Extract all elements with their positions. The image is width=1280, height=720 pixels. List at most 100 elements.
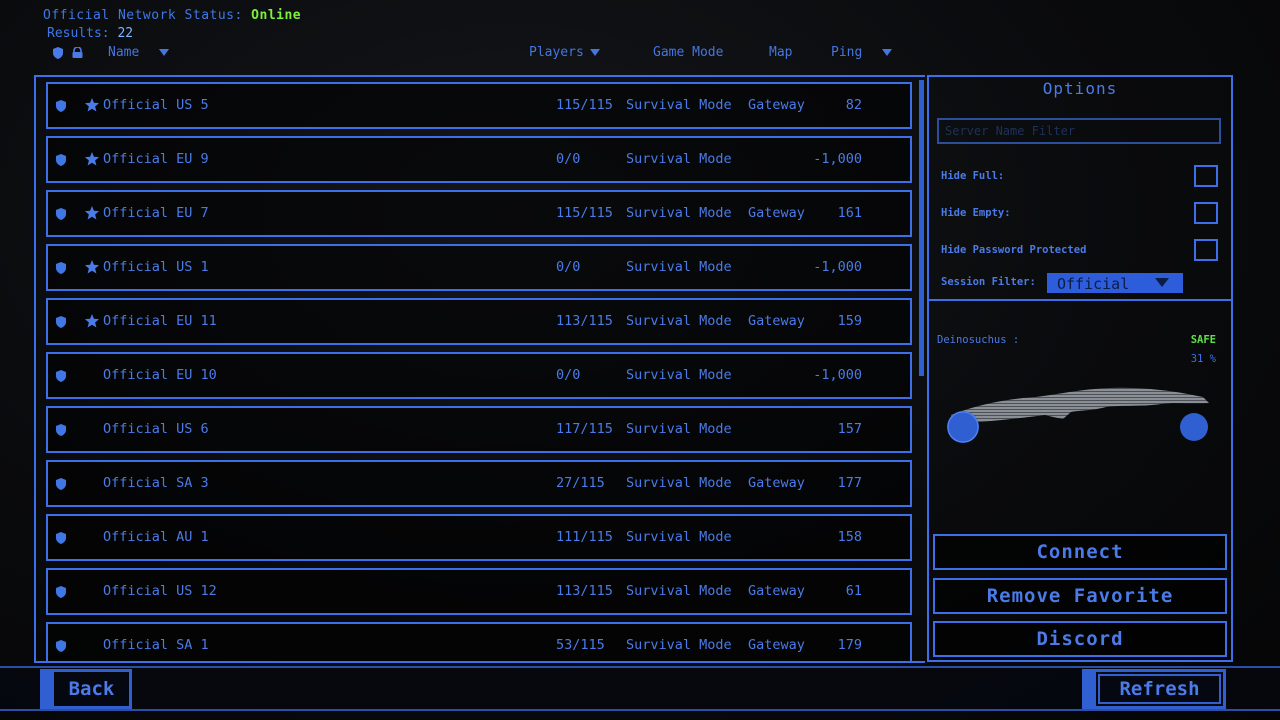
lock-header-icon[interactable] — [72, 47, 83, 58]
shield-icon — [56, 370, 66, 382]
dino-percent: 31 % — [1190, 353, 1216, 365]
server-row[interactable]: Official AU 1 111/115 Survival Mode 158 — [46, 514, 912, 561]
results-number: 22 — [117, 26, 134, 41]
server-name: Official EU 10 — [103, 367, 217, 383]
options-title: Options — [1042, 79, 1118, 98]
server-row[interactable]: Official US 6 117/115 Survival Mode 157 — [46, 406, 912, 453]
server-name: Official EU 7 — [103, 205, 209, 221]
shield-icon — [56, 154, 66, 166]
shield-icon — [56, 316, 66, 328]
server-ping: 61 — [845, 583, 862, 599]
server-name: Official EU 11 — [103, 313, 217, 329]
shield-icon — [56, 208, 66, 220]
server-row[interactable]: Official US 1 0/0 Survival Mode -1,000 — [46, 244, 912, 291]
dropdown-arrow-icon — [1155, 278, 1169, 287]
server-ping: 157 — [837, 421, 862, 437]
server-ping: 177 — [837, 475, 862, 491]
server-players: 27/115 — [556, 475, 605, 491]
shield-icon — [56, 478, 66, 490]
shield-icon — [56, 532, 66, 544]
sort-arrow-down-icon — [159, 49, 170, 56]
dino-status: SAFE — [1190, 334, 1216, 346]
favorite-star-icon[interactable] — [84, 151, 100, 167]
server-game-mode: Survival Mode — [626, 583, 732, 599]
server-name: Official US 12 — [103, 583, 217, 599]
server-ping: 159 — [837, 313, 862, 329]
server-players: 0/0 — [556, 259, 581, 275]
results-label: Results: — [47, 26, 110, 41]
session-filter-value: Official — [1057, 275, 1130, 293]
server-game-mode: Survival Mode — [626, 97, 732, 113]
hide-password-checkbox[interactable] — [1194, 239, 1218, 261]
hide-empty-checkbox[interactable] — [1194, 202, 1218, 224]
server-ping: 179 — [837, 637, 862, 653]
hide-empty-label: Hide Empty: — [941, 207, 1011, 219]
server-game-mode: Survival Mode — [626, 259, 732, 275]
server-map: Gateway — [748, 313, 805, 329]
server-players: 0/0 — [556, 367, 581, 383]
server-name: Official AU 1 — [103, 529, 209, 545]
server-players: 111/115 — [556, 529, 613, 545]
discord-button[interactable]: Discord — [933, 621, 1227, 657]
column-ping[interactable]: Ping — [831, 45, 893, 60]
session-filter-dropdown[interactable]: Official — [1047, 273, 1183, 293]
column-map-label: Map — [769, 45, 793, 60]
server-game-mode: Survival Mode — [626, 205, 732, 221]
network-status: Official Network Status: Online — [43, 8, 301, 23]
deinosuchus-silhouette-icon — [947, 387, 1209, 443]
column-map[interactable]: Map — [769, 45, 792, 60]
password-shield-header-icon[interactable] — [53, 47, 63, 59]
results-count: Results: 22 — [47, 26, 133, 41]
server-ping: -1,000 — [813, 151, 862, 167]
server-game-mode: Survival Mode — [626, 313, 732, 329]
server-name: Official US 6 — [103, 421, 209, 437]
hide-full-checkbox[interactable] — [1194, 165, 1218, 187]
server-map: Gateway — [748, 475, 805, 491]
favorite-star-icon[interactable] — [84, 259, 100, 275]
server-row[interactable]: Official US 5 115/115 Survival Mode Gateway… — [46, 82, 912, 129]
server-map: Gateway — [748, 205, 805, 221]
shield-icon — [56, 424, 66, 436]
server-row[interactable]: Official US 12 113/115 Survival Mode Gatewa… — [46, 568, 912, 615]
server-players: 113/115 — [556, 583, 613, 599]
favorite-star-icon[interactable] — [84, 97, 100, 113]
server-map: Gateway — [748, 637, 805, 653]
server-game-mode: Survival Mode — [626, 151, 732, 167]
column-ping-label: Ping — [831, 45, 863, 60]
server-name: Official US 5 — [103, 97, 209, 113]
server-row[interactable]: Official EU 10 0/0 Survival Mode -1,000 — [46, 352, 912, 399]
server-game-mode: Survival Mode — [626, 475, 732, 491]
remove-favorite-button[interactable]: Remove Favorite — [933, 578, 1227, 614]
server-name-filter-input[interactable] — [937, 118, 1221, 144]
server-list[interactable]: Official US 5 115/115 Survival Mode Gateway… — [34, 75, 925, 663]
server-players: 113/115 — [556, 313, 613, 329]
column-name[interactable]: Name — [108, 45, 170, 60]
server-name: Official EU 9 — [103, 151, 209, 167]
server-row[interactable]: Official EU 11 113/115 Survival Mode Gatewa… — [46, 298, 912, 345]
server-ping: -1,000 — [813, 367, 862, 383]
server-players: 117/115 — [556, 421, 613, 437]
options-panel: Options Hide Full: Hide Empty: Hide Pass… — [927, 75, 1233, 662]
connect-button[interactable]: Connect — [933, 534, 1227, 570]
refresh-button[interactable]: Refresh — [1082, 669, 1226, 709]
favorite-star-icon[interactable] — [84, 313, 100, 329]
session-filter-label: Session Filter: — [941, 276, 1036, 288]
server-game-mode: Survival Mode — [626, 421, 732, 437]
hide-full-label: Hide Full: — [941, 170, 1005, 182]
server-game-mode: Survival Mode — [626, 637, 732, 653]
server-players: 53/115 — [556, 637, 605, 653]
server-row[interactable]: Official SA 1 53/115 Survival Mode Gateway 1… — [46, 622, 912, 661]
back-button[interactable]: Back — [40, 669, 132, 709]
server-name: Official SA 3 — [103, 475, 209, 491]
column-players-label: Players — [529, 45, 584, 60]
server-ping: 158 — [837, 529, 862, 545]
server-row[interactable]: Official EU 9 0/0 Survival Mode -1,000 — [46, 136, 912, 183]
favorite-star-icon[interactable] — [84, 205, 100, 221]
server-row[interactable]: Official SA 3 27/115 Survival Mode Gateway 1… — [46, 460, 912, 507]
server-list-scrollbar[interactable] — [919, 80, 924, 376]
column-game-mode[interactable]: Game Mode — [653, 45, 723, 60]
shield-icon — [56, 100, 66, 112]
server-game-mode: Survival Mode — [626, 529, 732, 545]
server-row[interactable]: Official EU 7 115/115 Survival Mode Gateway… — [46, 190, 912, 237]
column-players[interactable]: Players — [529, 45, 600, 60]
